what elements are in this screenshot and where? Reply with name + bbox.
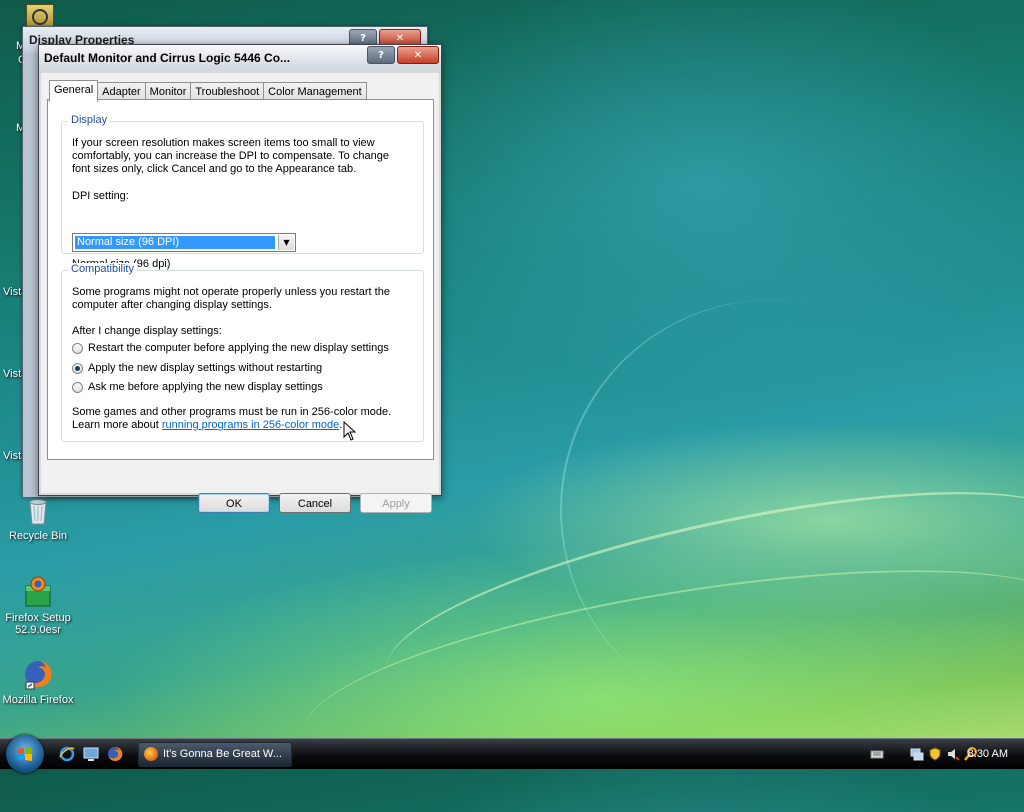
- windows-flag-icon: [18, 747, 32, 761]
- radio-restart-computer[interactable]: Restart the computer before applying the…: [72, 342, 389, 354]
- display-description-line: comfortably, you can increase the DPI to…: [72, 150, 389, 162]
- display-description-line: font sizes only, click Cancel and go to …: [72, 163, 357, 175]
- tab-general[interactable]: General: [49, 80, 99, 102]
- taskbar: It's Gonna Be Great W... 8:30 AM: [0, 735, 1024, 773]
- network-icon[interactable]: [910, 747, 924, 761]
- dpi-setting-label: DPI setting:: [72, 190, 129, 202]
- wallpaper-streak: [371, 448, 1024, 745]
- firefox-icon: [22, 658, 54, 690]
- taskbar-button-browser[interactable]: It's Gonna Be Great W...: [138, 742, 292, 767]
- dialog-titlebar[interactable]: Default Monitor and Cirrus Logic 5446 Co…: [39, 45, 441, 71]
- desktop-icon-firefox[interactable]: Mozilla Firefox: [0, 658, 78, 706]
- desktop-icon-recycle-bin[interactable]: Recycle Bin: [0, 494, 78, 542]
- dialog-title: Default Monitor and Cirrus Logic 5446 Co…: [44, 51, 291, 65]
- group-legend: Display: [68, 114, 111, 126]
- radio-ask-me[interactable]: Ask me before applying the new display s…: [72, 381, 323, 393]
- radio-label: Restart the computer before applying the…: [88, 342, 389, 354]
- monitor-properties-dialog[interactable]: Default Monitor and Cirrus Logic 5446 Co…: [38, 44, 442, 513]
- show-desktop-icon[interactable]: [82, 745, 100, 763]
- desktop-icon-firefox-setup[interactable]: Firefox Setup 52.9.0esr: [0, 576, 78, 636]
- tab-page-general: Display If your screen resolution makes …: [47, 99, 434, 460]
- compat-description-line: Some programs might not operate properly…: [72, 286, 390, 298]
- display-description-line: If your screen resolution makes screen i…: [72, 137, 375, 149]
- installer-icon: [22, 576, 54, 608]
- learn-more-suffix: .: [339, 419, 343, 431]
- clock[interactable]: 8:30 AM: [968, 739, 1008, 769]
- compat-description-line: computer after changing display settings…: [72, 299, 272, 311]
- keyboard-icon[interactable]: [870, 747, 884, 761]
- ok-button[interactable]: OK: [198, 493, 270, 513]
- color-mode-help-link[interactable]: running programs in 256-color mode: [162, 419, 339, 431]
- system-tray: 8:30 AM: [844, 739, 1024, 769]
- after-change-label: After I change display settings:: [72, 325, 222, 337]
- color-mode-note: Some games and other programs must be ru…: [72, 406, 392, 418]
- start-button[interactable]: [6, 735, 44, 773]
- radio-label: Apply the new display settings without r…: [88, 362, 323, 374]
- apply-button[interactable]: Apply: [360, 493, 432, 513]
- cancel-button[interactable]: Cancel: [279, 493, 351, 513]
- security-shield-icon[interactable]: [928, 747, 942, 761]
- desktop-icon-label: Firefox Setup 52.9.0esr: [5, 612, 71, 636]
- dpi-setting-dropdown[interactable]: Normal size (96 DPI) ▼: [72, 233, 296, 252]
- learn-more-line: Learn more about running programs in 256…: [72, 419, 342, 432]
- wallpaper-streak: [292, 529, 1024, 812]
- help-button[interactable]: ?: [367, 46, 395, 64]
- group-legend: Compatibility: [68, 263, 137, 275]
- firefox-icon: [144, 747, 158, 761]
- dialog-client: General Adapter Monitor Troubleshoot Col…: [41, 73, 439, 513]
- radio-button-selected-icon[interactable]: [72, 362, 83, 374]
- wallpaper-streak: [512, 252, 1024, 768]
- firefox-quicklaunch-icon[interactable]: [106, 745, 124, 763]
- taskbar-button-label: It's Gonna Be Great W...: [163, 748, 282, 760]
- tab-strip: General Adapter Monitor Troubleshoot Col…: [49, 79, 367, 102]
- dropdown-arrow-icon[interactable]: ▼: [278, 235, 294, 250]
- close-button[interactable]: ✕: [397, 46, 439, 64]
- dpi-selected-value: Normal size (96 DPI): [74, 235, 276, 250]
- desktop-icon-label: Mozilla Firefox: [2, 694, 74, 706]
- volume-icon[interactable]: [946, 747, 960, 761]
- radio-button-icon[interactable]: [72, 342, 83, 354]
- learn-more-prefix: Learn more about: [72, 419, 162, 431]
- internet-explorer-icon[interactable]: [58, 745, 76, 763]
- desktop-icon-label: Recycle Bin: [8, 530, 68, 542]
- radio-button-icon[interactable]: [72, 381, 83, 393]
- radio-label: Ask me before applying the new display s…: [88, 381, 323, 393]
- recycle-bin-icon: [22, 494, 54, 526]
- radio-apply-without-restart[interactable]: Apply the new display settings without r…: [72, 362, 322, 374]
